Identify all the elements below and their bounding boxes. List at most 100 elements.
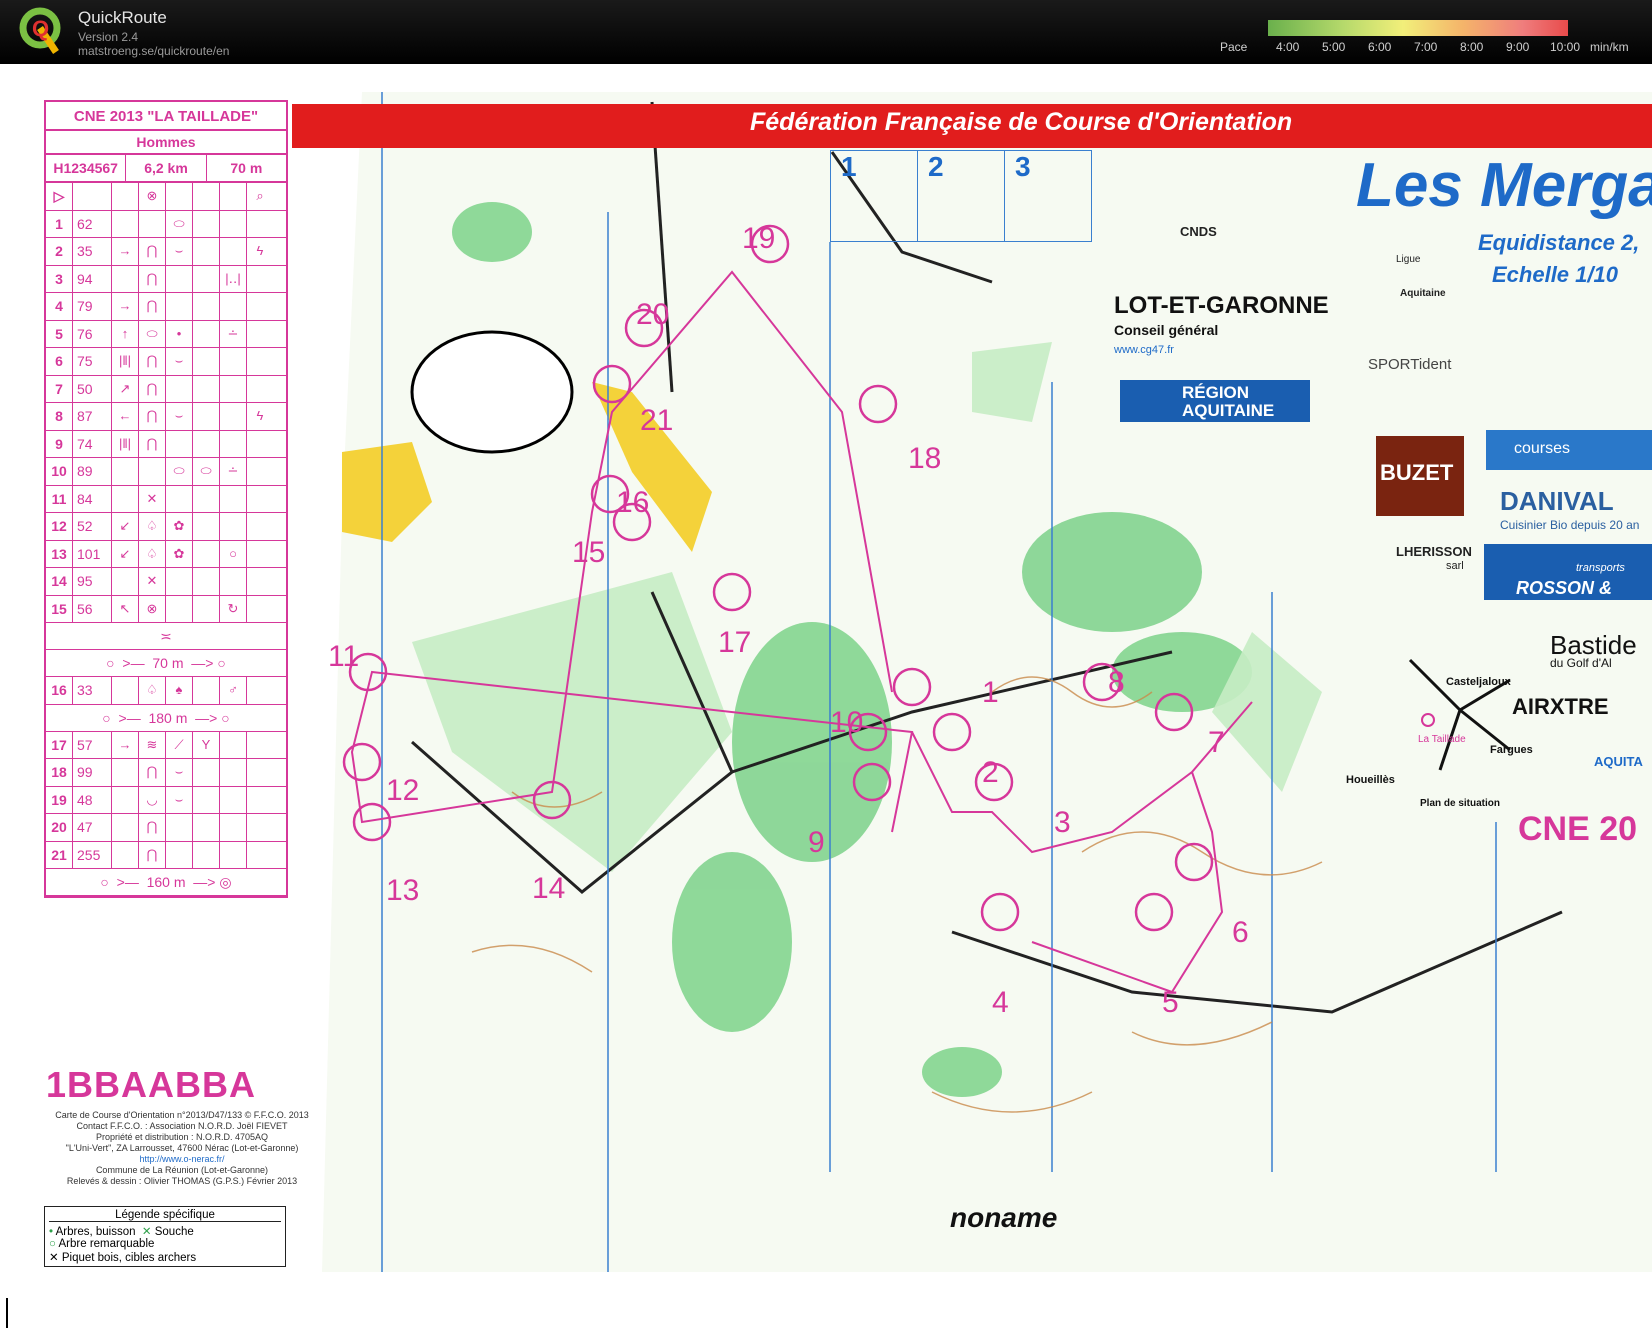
cg47-url: www.cg47.fr xyxy=(1114,344,1174,356)
specific-legend: Légende spécifique • Arbres, buisson ✕ S… xyxy=(44,1206,286,1267)
description-symbol xyxy=(112,814,139,841)
description-symbol: ○ xyxy=(220,540,247,567)
control-row: 2 35 → ⋂ ⌣ ϟ xyxy=(46,238,286,266)
description-symbol: ⌣ xyxy=(166,759,193,786)
legal-line: Propriété et distribution : N.O.R.D. 470… xyxy=(95,1132,269,1142)
control-code: 62 xyxy=(73,210,112,237)
control-label: 10 xyxy=(830,706,863,739)
description-symbol: ↖ xyxy=(112,595,139,622)
course-box: 3 xyxy=(1015,151,1031,182)
description-symbol: ← xyxy=(112,403,139,430)
description-symbol xyxy=(247,732,273,759)
text-cursor xyxy=(6,1298,8,1328)
svg-text:Q: Q xyxy=(32,16,49,41)
control-number: 9 xyxy=(46,430,73,457)
description-symbol: ϟ xyxy=(256,408,264,423)
description-symbol: ✿ xyxy=(166,513,193,540)
pace-label: Pace xyxy=(1220,40,1248,54)
description-symbol xyxy=(166,814,193,841)
control-number: 21 xyxy=(46,841,73,868)
control-number: 5 xyxy=(46,320,73,347)
control-row: 7 50 ↗ ⋂ xyxy=(46,375,286,403)
description-symbol xyxy=(193,759,220,786)
course-box: 1 xyxy=(831,151,918,241)
control-number: 1 xyxy=(46,210,73,237)
description-symbol: ⟋ xyxy=(166,731,193,758)
legend-item: Arbre remarquable xyxy=(58,1238,155,1250)
control-label: 3 xyxy=(1054,806,1071,839)
description-symbol xyxy=(166,485,193,512)
control-code: 99 xyxy=(73,759,112,786)
courses-logo: courses xyxy=(1514,440,1571,457)
description-symbol: • xyxy=(166,320,193,347)
pace-color-bar xyxy=(1268,20,1568,36)
description-symbol: → xyxy=(112,238,139,265)
description-symbol: ⋂ xyxy=(139,348,166,375)
description-symbol xyxy=(247,486,273,513)
control-label: 19 xyxy=(742,222,775,255)
description-symbol xyxy=(193,513,220,540)
magnify-icon: ⌕ xyxy=(256,188,264,203)
situation-la-taillade: La Taillade xyxy=(1418,734,1466,745)
situation-casteljaloux: Casteljaloux xyxy=(1446,676,1511,688)
description-symbol: ↻ xyxy=(220,595,247,622)
control-number: 6 xyxy=(46,348,73,375)
description-symbol: ⊗ xyxy=(139,595,166,622)
danival-logo: DANIVAL xyxy=(1500,486,1614,516)
description-symbol xyxy=(247,348,273,375)
control-row: 12 52 ↙ ♤ ✿ xyxy=(46,513,286,541)
description-symbol xyxy=(220,786,247,813)
description-symbol xyxy=(193,841,220,868)
control-row: 9 74 |‖| ⋂ xyxy=(46,430,286,458)
description-symbol xyxy=(112,485,139,512)
description-symbol: ⌣ xyxy=(166,348,193,375)
course-length: 6,2 km xyxy=(126,155,207,181)
description-symbol: ⋂ xyxy=(139,841,166,868)
marked-route-row: ≍ xyxy=(46,623,286,650)
description-symbol xyxy=(193,320,220,347)
app-title: QuickRoute xyxy=(78,8,167,27)
control-number: 18 xyxy=(46,759,73,786)
description-symbol xyxy=(220,841,247,868)
description-symbol xyxy=(220,293,247,320)
description-symbol xyxy=(193,430,220,457)
lherisson-sarl: sarl xyxy=(1446,560,1464,572)
legend-item: Souche xyxy=(154,1226,194,1238)
description-symbol xyxy=(193,375,220,402)
marked-route-distance: ○ >— 70 m —> ○ xyxy=(46,650,286,677)
description-symbol: ⬭ xyxy=(166,210,193,237)
description-symbol xyxy=(166,595,193,622)
legal-line: Contact F.F.C.O. : Association N.O.R.D. … xyxy=(76,1121,288,1131)
description-symbol: ✿ xyxy=(166,540,193,567)
description-symbol: |‖| xyxy=(112,430,139,457)
control-code: 89 xyxy=(73,458,112,485)
description-symbol xyxy=(247,293,273,320)
control-code: 95 xyxy=(73,568,112,595)
description-symbol xyxy=(166,265,193,292)
marked-route-length: 70 m xyxy=(152,655,184,671)
description-symbol: ↙ xyxy=(112,540,139,567)
control-row: 6 75 |‖| ⋂ ⌣ xyxy=(46,348,286,376)
control-code: 74 xyxy=(73,430,112,457)
course-climb: 70 m xyxy=(230,160,263,176)
description-symbol: ♤ xyxy=(139,677,166,704)
description-symbol: |‖| xyxy=(112,348,139,375)
description-symbol: ✕ xyxy=(139,568,166,595)
legal-line: Commune de La Réunion (Lot-et-Garonne) xyxy=(95,1165,269,1175)
description-symbol: ♤ xyxy=(139,540,166,567)
control-label: 12 xyxy=(386,774,419,807)
app-url[interactable]: matstroeng.se/quickroute/en xyxy=(78,44,229,58)
description-symbol xyxy=(193,677,220,704)
description-symbol xyxy=(220,513,247,540)
tree-dot-icon: • xyxy=(49,1226,54,1238)
description-title: CNE 2013 "LA TAILLADE" xyxy=(46,102,286,131)
description-symbol: ⋂ xyxy=(139,375,166,402)
legal-line: Relevés & dessin : Olivier THOMAS (G.P.S… xyxy=(66,1176,298,1186)
control-number: 7 xyxy=(46,375,73,402)
control-label: 17 xyxy=(718,626,751,659)
description-symbol xyxy=(112,265,139,292)
description-symbol: Y xyxy=(193,731,220,758)
situation-fargues: Fargues xyxy=(1490,744,1533,756)
pace-tick: 10:00 xyxy=(1550,40,1581,54)
description-symbol xyxy=(247,266,273,293)
